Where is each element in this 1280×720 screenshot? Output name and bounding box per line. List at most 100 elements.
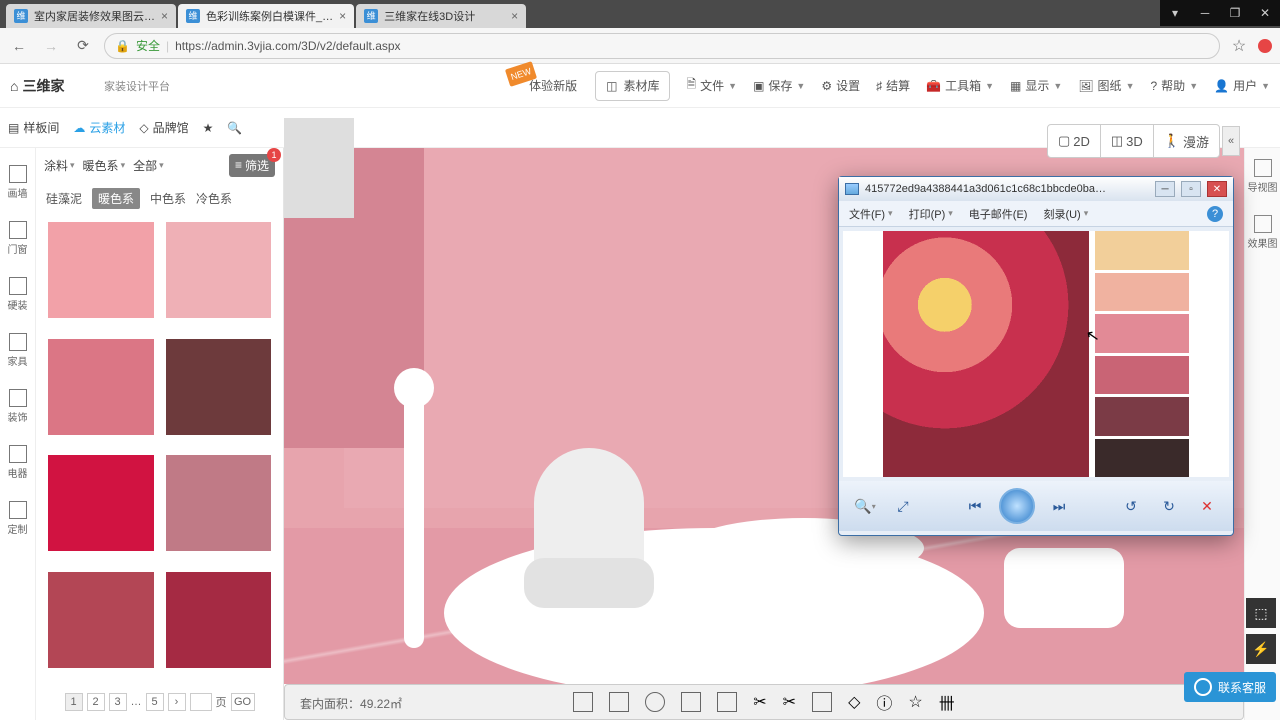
paint-filter[interactable]: 涂料▾ [44,157,75,174]
display-menu[interactable]: ▦显示▼ [1010,77,1062,94]
file-menu[interactable]: 🗎文件▼ [686,75,737,96]
favorite-button[interactable]: ★ [203,121,214,135]
rail-hard-fit[interactable]: 硬装 [0,266,35,322]
help-menu[interactable]: ?帮助▼ [1150,77,1198,94]
view-roam-button[interactable]: 🚶漫游 [1154,125,1219,157]
maximize-icon[interactable]: ❐ [1220,0,1250,26]
ruler-icon[interactable]: 卌 [939,690,955,714]
reload-icon[interactable]: ⟳ [72,35,94,57]
forward-icon[interactable]: → [40,35,62,57]
calc-menu[interactable]: ♯结算 [876,77,910,94]
tool-icon[interactable] [609,692,629,712]
browser-tab[interactable]: 维室内家居装修效果图云…× [6,4,176,28]
color-swatch[interactable] [166,339,272,435]
color-swatch[interactable] [166,222,272,318]
fit-icon[interactable]: ⤢ [889,492,917,520]
color-swatch[interactable] [48,339,154,435]
pv-email-menu[interactable]: 电子邮件(E) [969,206,1028,222]
pv-print-menu[interactable]: 打印(P)▾ [909,206,953,222]
pv-burn-menu[interactable]: 刻录(U)▾ [1043,206,1088,222]
rotate-cw-icon[interactable]: ↻ [1155,492,1183,520]
prev-icon[interactable]: ⏮ [961,492,989,520]
color-swatch[interactable] [166,455,272,551]
close-icon[interactable]: × [339,9,346,23]
tool-icon[interactable] [573,692,593,712]
rail-decoration[interactable]: 装饰 [0,378,35,434]
brand-logo[interactable]: ⌂ 三维家 [10,72,100,100]
next-icon[interactable]: ⏭ [1045,492,1073,520]
close-window-icon[interactable]: ✕ [1250,0,1280,26]
material-library-button[interactable]: ◫素材库 [595,71,670,101]
photo-viewer-window[interactable]: 415772ed9a4388441a3d061c1c68c1bbcde0ba… … [838,176,1234,536]
page-button[interactable]: 5 [146,693,164,711]
color-swatch[interactable] [48,222,154,318]
search-button[interactable]: 🔍 [227,121,242,135]
page-button[interactable]: 1 [65,693,83,711]
minimize-icon[interactable]: ─ [1190,0,1220,26]
delete-icon[interactable]: ✕ [1193,492,1221,520]
settings-menu[interactable]: ⚙设置 [821,77,860,94]
page-next[interactable]: › [168,693,186,711]
color-filter[interactable]: 暖色系▾ [83,157,126,174]
rotate-ccw-icon[interactable]: ↺ [1117,492,1145,520]
page-button[interactable]: 3 [109,693,127,711]
zoom-icon[interactable]: 🔍▾ [851,492,879,520]
rail-draw-wall[interactable]: 画墙 [0,154,35,210]
pv-close-button[interactable]: ✕ [1207,181,1227,197]
try-new-button[interactable]: NEW体验新版 [519,71,587,101]
page-input[interactable] [190,693,212,711]
tool-icon[interactable] [681,692,701,712]
tools-menu[interactable]: 🧰工具箱▼ [926,77,994,94]
pv-help-icon[interactable]: ? [1207,206,1223,222]
tool-icon[interactable] [812,692,832,712]
cat-cold[interactable]: 冷色系 [196,190,232,207]
render-button[interactable]: 效果图 [1245,204,1280,260]
view-2d-button[interactable]: ▢2D [1048,125,1101,157]
pv-maximize-button[interactable]: ▫ [1181,181,1201,197]
info-icon[interactable]: ⓘ [876,690,892,714]
close-icon[interactable]: × [511,9,518,23]
user-menu[interactable]: 👤用户▼ [1214,77,1270,94]
back-icon[interactable]: ← [8,35,30,57]
browser-tab[interactable]: 维三维家在线3D设计× [356,4,526,28]
drawings-menu[interactable]: 🖼图纸▼ [1078,77,1134,94]
cat-mid[interactable]: 中色系 [150,190,186,207]
cut2-icon[interactable]: ✂ [783,692,796,712]
minimize-tray-icon[interactable]: ▾ [1160,0,1190,26]
pv-minimize-button[interactable]: ─ [1155,181,1175,197]
view-3d-button[interactable]: ◫3D [1101,125,1154,157]
cloud-material-button[interactable]: ☁云素材 [73,119,125,136]
pv-file-menu[interactable]: 文件(F)▾ [849,206,893,222]
cat-guizaoni[interactable]: 硅藻泥 [46,190,82,207]
eraser-icon[interactable]: ◇ [848,692,860,712]
cat-warm[interactable]: 暖色系 [92,188,140,209]
bookmark-icon[interactable]: ☆ [1230,36,1248,56]
cut-icon[interactable]: ✂ [753,692,766,712]
sift-button[interactable]: ≡筛选1 [229,154,275,177]
page-button[interactable]: 2 [87,693,105,711]
url-input[interactable]: 🔒 安全 | https://admin.3vjia.com/3D/v2/def… [104,33,1220,59]
rail-door-window[interactable]: 门窗 [0,210,35,266]
rail-furniture[interactable]: 家具 [0,322,35,378]
browser-tab[interactable]: 维色彩训练案例白模课件_…× [178,4,354,28]
rail-electronics[interactable]: 电器 [0,434,35,490]
rail-custom[interactable]: 定制 [0,490,35,546]
star-tool-icon[interactable]: ☆ [908,692,922,712]
collapse-right-button[interactable]: « [1222,126,1240,156]
brand-hall-button[interactable]: ◇品牌馆 [139,119,188,136]
view-cube-button[interactable]: ⬚ [1246,598,1276,628]
close-icon[interactable]: × [161,9,168,23]
color-swatch[interactable] [48,455,154,551]
slideshow-button[interactable] [999,488,1035,524]
sample-room-button[interactable]: ▤样板间 [8,119,59,136]
contact-support-button[interactable]: 联系客服 [1184,672,1276,702]
nav-view-button[interactable]: 导视图 [1245,148,1280,204]
page-go-button[interactable]: GO [231,693,255,711]
color-swatch[interactable] [166,572,272,668]
save-menu[interactable]: ▣保存▼ [753,77,805,94]
pv-titlebar[interactable]: 415772ed9a4388441a3d061c1c68c1bbcde0ba… … [839,177,1233,201]
tool-icon[interactable] [717,692,737,712]
all-filter[interactable]: 全部▾ [133,157,164,174]
color-swatch[interactable] [48,572,154,668]
flash-button[interactable]: ⚡ [1246,634,1276,664]
